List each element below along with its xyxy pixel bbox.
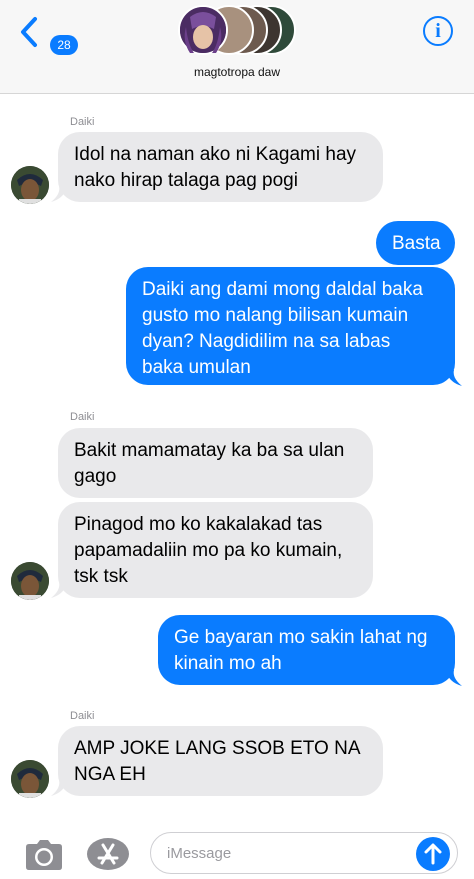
incoming-message[interactable]: Bakit mamamatay ka ba sa ulan gago bbox=[58, 428, 373, 498]
avatar-portrait bbox=[180, 7, 226, 53]
bubble-tail bbox=[51, 780, 67, 796]
avatar-portrait bbox=[11, 760, 49, 798]
bubble-tail bbox=[446, 370, 462, 386]
conversation-header: 28 magtotropa daw i bbox=[0, 0, 474, 94]
incoming-message[interactable]: Idol na naman ako ni Kagami hay nako hir… bbox=[58, 132, 383, 202]
incoming-message[interactable]: Pinagod mo ko kakalakad tas papamadaliin… bbox=[58, 502, 373, 598]
unread-count-badge: 28 bbox=[50, 35, 78, 55]
back-button[interactable]: 28 bbox=[14, 14, 78, 55]
daiki-avatar[interactable] bbox=[11, 760, 49, 798]
message-input[interactable] bbox=[167, 833, 407, 873]
avatar-portrait bbox=[11, 562, 49, 600]
message-composer bbox=[0, 830, 474, 879]
info-button[interactable]: i bbox=[423, 16, 453, 46]
outgoing-message[interactable]: Basta bbox=[376, 221, 455, 265]
sender-name: Daiki bbox=[70, 710, 95, 722]
chevron-left-icon bbox=[21, 17, 37, 47]
bubble-tail bbox=[446, 670, 462, 686]
outgoing-message[interactable]: Ge bayaran mo sakin lahat ng kinain mo a… bbox=[158, 615, 455, 685]
group-avatars[interactable] bbox=[178, 5, 298, 57]
daiki-avatar[interactable] bbox=[11, 166, 49, 204]
sender-name: Daiki bbox=[70, 116, 95, 128]
send-button[interactable] bbox=[416, 837, 450, 871]
daiki-avatar[interactable] bbox=[11, 562, 49, 600]
message-thread[interactable]: Daiki Idol na naman ako ni Kagami hay na… bbox=[0, 95, 474, 830]
send-arrow-icon bbox=[424, 843, 442, 865]
group-avatar-1 bbox=[178, 5, 228, 55]
message-input-field[interactable] bbox=[150, 832, 458, 874]
bubble-tail bbox=[51, 582, 67, 598]
bubble-tail bbox=[51, 186, 67, 202]
sender-name: Daiki bbox=[70, 411, 95, 423]
incoming-message[interactable]: AMP JOKE LANG SSOB ETO NA NGA EH bbox=[58, 726, 383, 796]
group-name[interactable]: magtotropa daw bbox=[0, 65, 474, 79]
avatar-portrait bbox=[11, 166, 49, 204]
app-store-icon[interactable] bbox=[86, 837, 130, 871]
camera-icon[interactable] bbox=[25, 840, 63, 870]
outgoing-message[interactable]: Daiki ang dami mong daldal baka gusto mo… bbox=[126, 267, 455, 385]
